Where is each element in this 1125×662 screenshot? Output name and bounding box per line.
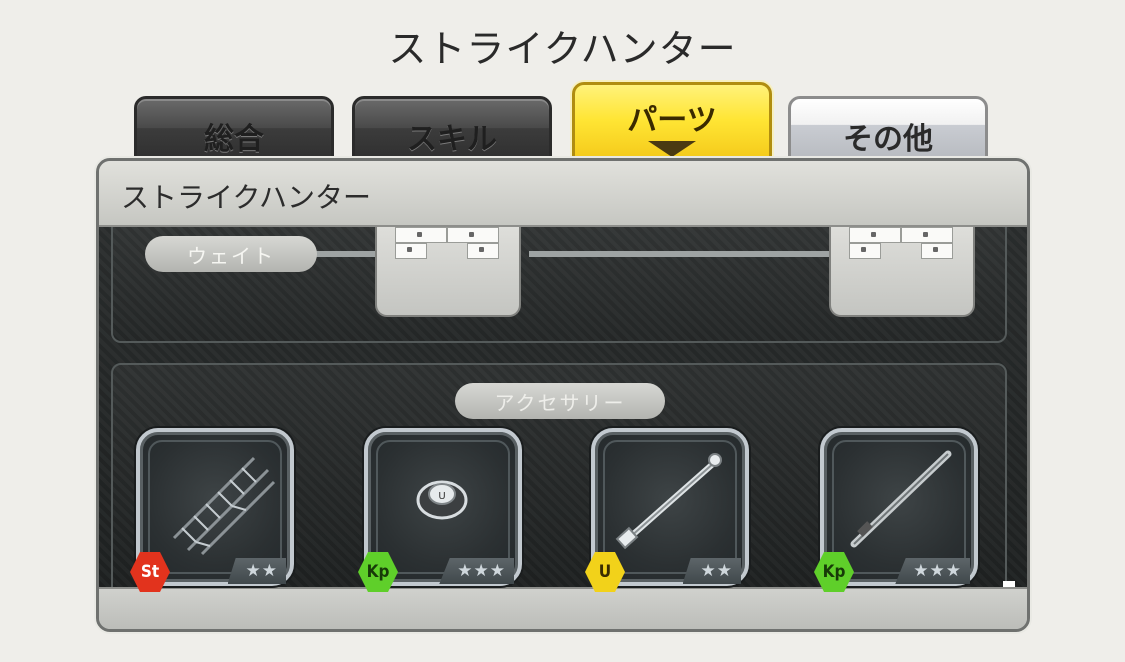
weight-slot-left[interactable]: [375, 227, 521, 317]
weight-label-pill: ウェイト: [145, 236, 317, 272]
rarity-stars: ★★★: [439, 558, 514, 584]
accessory-item[interactable]: U Kp ★★★: [358, 428, 522, 592]
panel-footer: [99, 587, 1027, 629]
screen-title: ストライクハンター: [388, 27, 737, 71]
accessory-item[interactable]: Kp ★★★: [814, 428, 978, 592]
tab-parts-label: パーツ: [627, 103, 717, 138]
accessory-label-pill: アクセサリー: [455, 383, 665, 419]
weight-section: ウェイト: [111, 227, 1007, 343]
panel-header-title: ストライクハンター: [121, 181, 372, 214]
tab-other[interactable]: その他: [788, 96, 988, 166]
weight-connector-line: [529, 251, 841, 257]
accessory-item[interactable]: U ★★: [585, 428, 749, 592]
panel-header: ストライクハンター: [99, 161, 1027, 227]
rarity-stars: ★★★: [895, 558, 970, 584]
tab-skill-label: スキル: [407, 122, 497, 157]
tab-active-arrow-icon: [648, 141, 696, 157]
accessory-item[interactable]: St ★★: [130, 428, 294, 592]
weight-grid-icon: [849, 227, 957, 261]
tab-other-label: その他: [843, 122, 933, 157]
weight-slot-right[interactable]: [829, 227, 975, 317]
rarity-stars: ★★: [227, 558, 286, 584]
tab-overall-label: 総合: [204, 122, 264, 157]
svg-text:U: U: [438, 491, 445, 502]
tab-overall[interactable]: 総合: [134, 96, 334, 166]
weight-grid-icon: [395, 227, 503, 261]
weight-label: ウェイト: [187, 243, 275, 268]
accessory-label: アクセサリー: [494, 390, 626, 415]
rarity-stars: ★★: [682, 558, 741, 584]
tab-parts[interactable]: パーツ: [572, 82, 772, 166]
tab-skill[interactable]: スキル: [352, 96, 552, 166]
